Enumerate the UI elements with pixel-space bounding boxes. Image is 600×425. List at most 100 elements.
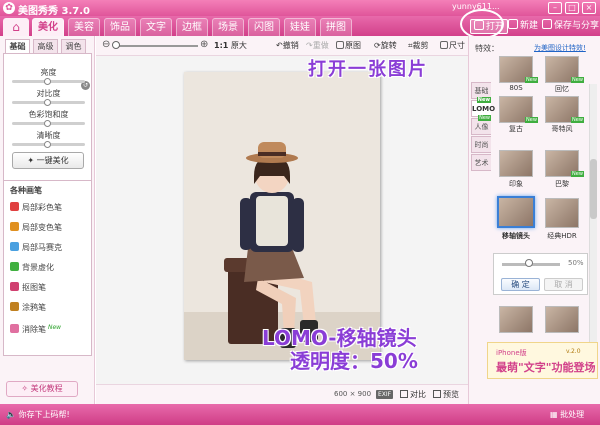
status-message: 🔈 你存下上码帮! — [6, 410, 70, 419]
opacity-panel: 50% 确 定 取 消 — [493, 253, 588, 295]
blur-icon — [10, 262, 19, 271]
effect-category-art[interactable]: 艺术 — [471, 154, 491, 171]
close-icon[interactable]: × — [582, 2, 596, 14]
home-icon[interactable]: ⌂ — [3, 18, 29, 36]
resize-icon — [440, 41, 448, 49]
cutout-pen-icon — [10, 282, 19, 291]
tab-frame[interactable]: 边框 — [176, 18, 208, 36]
confirm-button[interactable]: 确 定 — [501, 278, 540, 291]
contrast-label: 对比度 — [36, 89, 61, 98]
new-file-icon — [508, 19, 518, 29]
effect-thumb[interactable] — [545, 306, 579, 333]
color-pen-icon — [10, 202, 19, 211]
actual-size-button[interactable]: 1:1 原大 — [214, 40, 247, 52]
speaker-icon: 🔈 — [6, 410, 19, 419]
effect-thumb-tilt-shift[interactable] — [497, 196, 535, 228]
app-title: 美图秀秀 3.7.0 — [18, 6, 90, 17]
effect-thumb[interactable] — [499, 306, 533, 333]
effect-category-portrait[interactable]: 人像 New — [471, 115, 491, 135]
tutorial-button[interactable]: ✧ 美化教程 — [6, 381, 78, 397]
new-badge: New — [525, 117, 538, 123]
effect-label-memory: 回忆 — [555, 85, 569, 93]
pens-title: 各种画笔 — [10, 186, 42, 195]
actual-size-ratio: 1:1 — [214, 41, 229, 50]
save-icon — [542, 19, 552, 29]
subtab-basic[interactable]: 基础 — [5, 39, 30, 53]
new-button[interactable]: 新建 — [508, 19, 538, 34]
new-badge: New — [525, 77, 538, 83]
opacity-knob[interactable] — [525, 259, 533, 267]
magic-icon: ✦ — [27, 156, 37, 165]
sharpness-knob[interactable] — [44, 141, 51, 148]
zoom-in-icon[interactable]: ⊕ — [200, 39, 208, 50]
tab-text[interactable]: 文字 — [140, 18, 172, 36]
tab-doll[interactable]: 娃娃 — [284, 18, 316, 36]
effect-thumb-impression[interactable] — [499, 150, 533, 177]
status-bar: 🔈 你存下上码帮! ▦ 批处理 — [0, 404, 600, 425]
left-panel: 基础 高级 调色 ↺ 亮度 对比度 色彩饱和度 清晰度 ✦ 一键美化 各种画笔 … — [0, 36, 95, 404]
save-share-button[interactable]: 保存与分享 — [542, 19, 599, 34]
zoom-knob[interactable] — [112, 41, 120, 49]
saturation-knob[interactable] — [44, 120, 51, 127]
effects-panel: 特效： 为美图设计特效! 基础 LOMO New 人像 New 时尚 艺术 New … — [468, 36, 600, 404]
undo-icon: ↶ — [276, 41, 283, 50]
effect-category-fashion[interactable]: 时尚 — [471, 136, 491, 153]
cancel-button[interactable]: 取 消 — [544, 278, 583, 291]
doodle-pen-item[interactable]: 涂鸦笔 — [10, 301, 46, 314]
effect-thumb-hdr[interactable] — [545, 198, 579, 228]
maximize-icon[interactable]: □ — [565, 2, 579, 14]
opacity-value: 50% — [568, 259, 584, 267]
title-bar: ✿ 美图秀秀 3.7.0 yunny611... – □ × — [0, 0, 600, 17]
photo[interactable] — [184, 72, 380, 360]
sharpness-label: 清晰度 — [36, 131, 61, 140]
color-pen-item[interactable]: 局部彩色笔 — [10, 201, 62, 214]
scroll-thumb[interactable] — [590, 159, 597, 219]
saturation-label: 色彩饱和度 — [28, 110, 69, 119]
change-color-pen-item[interactable]: 局部变色笔 — [10, 221, 62, 234]
preview-button[interactable]: 预览 — [433, 389, 459, 400]
ad-platform: iPhone版 — [496, 349, 527, 357]
brightness-knob[interactable] — [44, 78, 51, 85]
zoom-slider[interactable] — [116, 45, 198, 47]
new-badge: New — [476, 97, 491, 103]
annotation-opacity: 透明度：50% — [290, 349, 418, 373]
tab-beauty[interactable]: 美容 — [68, 18, 100, 36]
new-badge: New — [478, 115, 491, 121]
tab-scene[interactable]: 场景 — [212, 18, 244, 36]
tab-flash[interactable]: 闪图 — [248, 18, 280, 36]
compare-button[interactable]: 对比 — [400, 389, 426, 400]
redo-button[interactable]: ↷重做 — [306, 40, 329, 52]
iphone-ad-banner[interactable]: iPhone版 v.2.0 最萌"文字"功能登场 — [487, 342, 598, 379]
effect-label-tilt-shift: 移轴镜头 — [502, 232, 530, 240]
tab-accessories[interactable]: 饰品 — [104, 18, 136, 36]
design-effect-link[interactable]: 为美图设计特效! — [534, 43, 586, 53]
zoom-out-icon[interactable]: ⊖ — [102, 39, 110, 50]
tab-beautify[interactable]: 美化 — [32, 18, 64, 36]
tab-collage[interactable]: 拼图 — [320, 18, 352, 36]
batch-button[interactable]: ▦ 批处理 — [550, 409, 584, 420]
eraser-pen-item[interactable]: 消除笔 New — [10, 321, 61, 334]
effect-label-hdr: 经典HDR — [547, 232, 577, 240]
one-key-beautify-button[interactable]: ✦ 一键美化 — [12, 152, 84, 169]
exif-button[interactable]: EXIF — [376, 390, 394, 399]
resize-button[interactable]: 尺寸 — [440, 40, 465, 52]
effect-label-impression: 印象 — [509, 180, 523, 188]
open-highlight-circle — [460, 9, 504, 39]
subtab-advanced[interactable]: 高级 — [33, 39, 58, 53]
cutout-pen-item[interactable]: 抠图笔 — [10, 281, 46, 294]
original-button[interactable]: 原图 — [336, 40, 361, 52]
ad-version: v.2.0 — [566, 348, 581, 355]
crop-button[interactable]: ⌗裁剪 — [408, 40, 429, 52]
minimize-icon[interactable]: – — [548, 2, 562, 14]
blur-item[interactable]: 背景虚化 — [10, 261, 54, 274]
photo-illustration — [184, 72, 380, 360]
tutorial-icon: ✧ — [21, 384, 31, 393]
mosaic-item[interactable]: 局部马赛克 — [10, 241, 62, 254]
effect-label-80s: 80S — [509, 84, 523, 92]
new-badge: New — [571, 171, 584, 177]
contrast-knob[interactable] — [44, 99, 51, 106]
subtab-color[interactable]: 调色 — [61, 39, 86, 53]
effects-scrollbar[interactable] — [589, 84, 597, 369]
rotate-button[interactable]: ⟳旋转 — [374, 40, 397, 52]
undo-button[interactable]: ↶撤销 — [276, 40, 299, 52]
